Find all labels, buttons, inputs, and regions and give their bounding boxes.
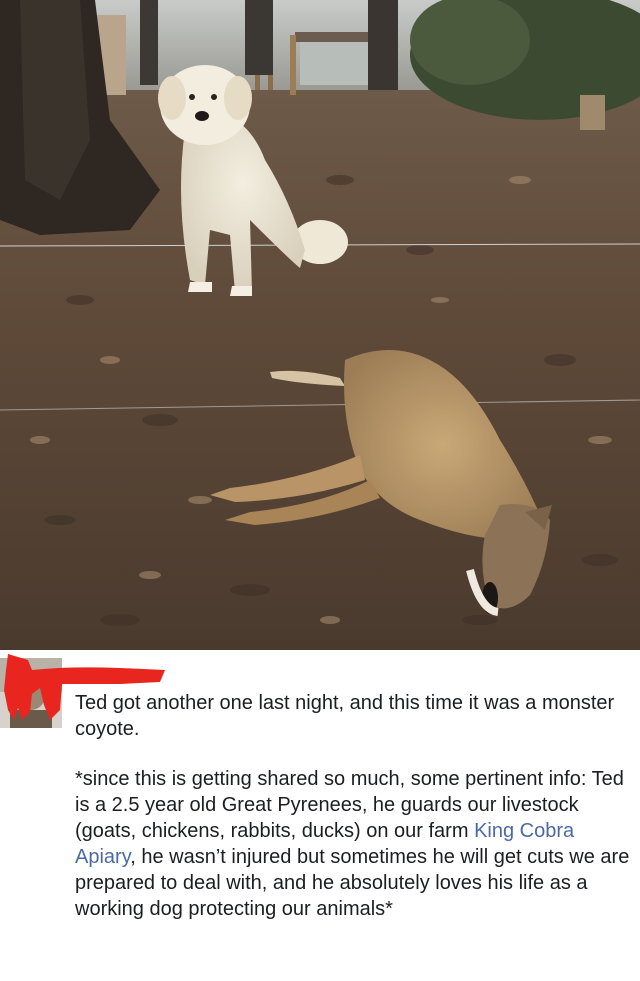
post-line-1: Ted got another one last night, and this… [75, 692, 615, 740]
post-paragraph-2: *since this is getting shared so much, s… [75, 766, 630, 922]
post-photo[interactable] [0, 0, 640, 650]
post-text: Ted got another one last night, and this… [75, 690, 630, 922]
post-card: Ted got another one last night, and this… [0, 650, 640, 981]
post-paragraph-2-end: , he wasn’t injured but sometimes he wil… [75, 846, 630, 920]
